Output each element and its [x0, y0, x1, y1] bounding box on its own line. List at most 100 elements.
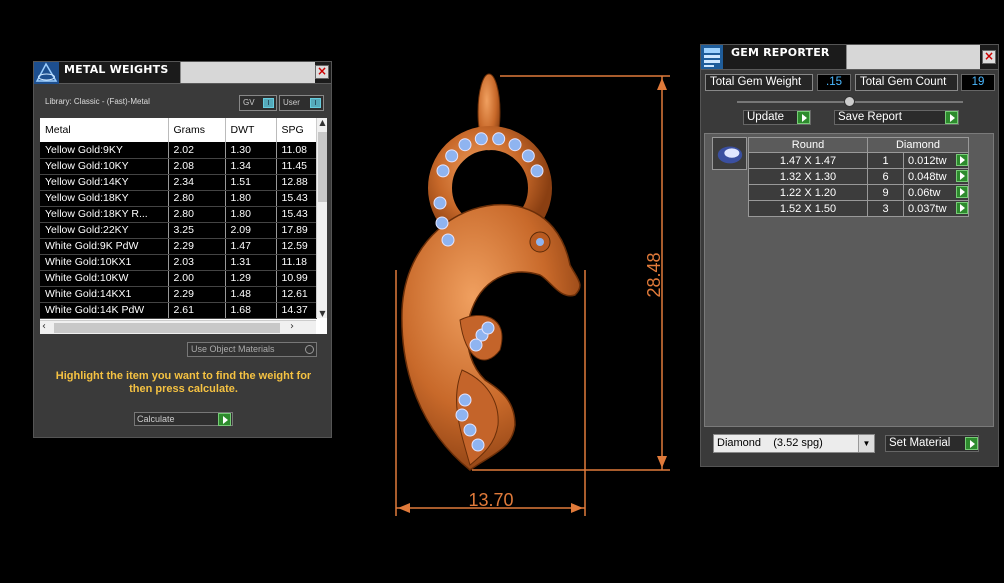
table-cell: 2.02	[168, 142, 226, 159]
scroll-thumb[interactable]	[318, 132, 327, 202]
gem-weight-cell: 0.012tw	[903, 152, 969, 169]
gem-stone	[469, 338, 483, 352]
metal-weights-panel: METAL WEIGHTS × Library: Classic - (Fast…	[33, 61, 332, 438]
table-cell: 10.99	[276, 270, 317, 287]
chevron-down-icon[interactable]: ▼	[858, 435, 874, 452]
gem-stone	[481, 321, 495, 335]
save-report-button[interactable]: Save Report	[834, 110, 959, 125]
table-row[interactable]: Yellow Gold:22KY 3.25 2.09 17.89	[40, 222, 317, 239]
total-gem-count-label: Total Gem Count	[855, 74, 958, 91]
gem-count-cell: 1	[867, 152, 904, 169]
use-object-materials-option[interactable]: Use Object Materials	[187, 342, 317, 357]
table-cell: 2.34	[168, 174, 226, 191]
table-cell: White Gold:9K PdW	[40, 238, 169, 255]
table-row[interactable]: Yellow Gold:18KY 2.80 1.80 15.43	[40, 190, 317, 207]
scroll-down-icon[interactable]: ▼	[317, 309, 327, 318]
dimension-arrow-icon	[571, 503, 583, 513]
gem-slider-knob[interactable]	[844, 96, 855, 107]
table-cell: White Gold:10KX1	[40, 254, 169, 271]
table-row[interactable]: Yellow Gold:18KY R... 2.80 1.80 15.43	[40, 206, 317, 223]
table-row[interactable]: White Gold:10KW 2.00 1.29 10.99	[40, 270, 317, 287]
gem-count-cell: 3	[867, 200, 904, 217]
horizontal-scrollbar[interactable]: ‹ ›	[40, 320, 316, 334]
gem-stone	[458, 393, 472, 407]
table-cell: 14.37	[276, 302, 317, 319]
vertical-scrollbar[interactable]: ▲ ▼	[316, 118, 327, 318]
play-arrow-icon[interactable]	[797, 111, 810, 124]
gem-stone	[471, 438, 485, 452]
table-cell: 1.51	[225, 174, 277, 191]
gem-size-cell: 1.52 X 1.50	[748, 200, 868, 217]
scroll-up-icon[interactable]: ▲	[317, 118, 327, 127]
scroll-left-icon[interactable]: ‹	[42, 321, 46, 332]
dolphin-eye-gem	[536, 238, 544, 246]
table-row[interactable]: White Gold:10KX1 2.03 1.31 11.18	[40, 254, 317, 271]
gem-size-cell: 1.22 X 1.20	[748, 184, 868, 201]
column-header-spg[interactable]: SPG	[276, 118, 317, 142]
radio-icon[interactable]	[305, 345, 314, 354]
gem-stone	[441, 233, 455, 247]
play-arrow-icon[interactable]	[218, 413, 231, 426]
round-diamond-icon[interactable]	[712, 137, 747, 170]
scroll-right-icon[interactable]: ›	[290, 321, 294, 332]
gem-stone	[445, 149, 459, 163]
metal-table-header: Metal Grams DWT SPG	[40, 118, 317, 142]
table-row[interactable]: Yellow Gold:9KY 2.02 1.30 11.08	[40, 142, 317, 159]
dimension-arrow-icon	[657, 456, 667, 468]
dimension-arrow-icon	[657, 78, 667, 90]
table-cell: 2.03	[168, 254, 226, 271]
gem-row[interactable]: 1.47 X 1.47 1 0.012tw	[748, 152, 969, 169]
material-select[interactable]: Diamond (3.52 spg) ▼	[713, 434, 875, 453]
table-cell: Yellow Gold:9KY	[40, 142, 169, 159]
table-cell: 17.89	[276, 222, 317, 239]
column-header-dwt[interactable]: DWT	[225, 118, 277, 142]
model-viewport[interactable]: 28.48 13.70	[390, 70, 680, 520]
update-button[interactable]: Update	[743, 110, 811, 125]
gem-row[interactable]: 1.22 X 1.20 9 0.06tw	[748, 184, 969, 201]
column-header-grams[interactable]: Grams	[168, 118, 226, 142]
close-icon[interactable]: ×	[982, 50, 996, 64]
set-material-button[interactable]: Set Material	[885, 435, 979, 452]
scroll-thumb[interactable]	[54, 323, 280, 333]
dimension-arrow-icon	[398, 503, 410, 513]
column-header-metal[interactable]: Metal	[40, 118, 169, 142]
total-gem-weight-value: .15	[817, 74, 851, 91]
gem-shape-header: Round	[748, 137, 868, 153]
gv-toggle[interactable]: GV I	[239, 95, 277, 111]
table-row[interactable]: White Gold:14KX1 2.29 1.48 12.61	[40, 286, 317, 303]
width-dimension-label: 13.70	[468, 490, 513, 510]
play-arrow-icon[interactable]	[956, 154, 968, 166]
table-row[interactable]: White Gold:9K PdW 2.29 1.47 12.59	[40, 238, 317, 255]
play-arrow-icon[interactable]	[965, 437, 978, 450]
table-cell: White Gold:14K PdW	[40, 302, 169, 319]
table-cell: 2.80	[168, 190, 226, 207]
table-row[interactable]: Yellow Gold:14KY 2.34 1.51 12.88	[40, 174, 317, 191]
gem-row[interactable]: 1.32 X 1.30 6 0.048tw	[748, 168, 969, 185]
total-gem-count-value: 19	[961, 74, 995, 91]
metal-weights-titlebar[interactable]: METAL WEIGHTS ×	[34, 62, 331, 84]
play-arrow-icon[interactable]	[956, 186, 968, 198]
table-cell: 3.25	[168, 222, 226, 239]
user-toggle[interactable]: User I	[279, 95, 324, 111]
play-arrow-icon[interactable]	[956, 202, 968, 214]
table-cell: 15.43	[276, 206, 317, 223]
table-row[interactable]: White Gold:14K PdW 2.61 1.68 14.37	[40, 302, 317, 319]
table-cell: 1.30	[225, 142, 277, 159]
calculate-button[interactable]: Calculate	[134, 412, 233, 426]
gem-reporter-titlebar[interactable]: GEM REPORTER ×	[701, 45, 998, 70]
gem-row[interactable]: 1.52 X 1.50 3 0.037tw	[748, 200, 969, 217]
close-icon[interactable]: ×	[315, 65, 329, 79]
play-arrow-icon[interactable]	[945, 111, 958, 124]
gem-stone	[521, 149, 535, 163]
toggle-knob-icon: I	[263, 98, 274, 108]
gem-stone	[436, 164, 450, 178]
gem-reporter-panel: GEM REPORTER × Total Gem Weight .15 Tota…	[700, 44, 999, 467]
metal-table: Metal Grams DWT SPG Yellow Gold:9KY 2.02 1…	[40, 118, 327, 334]
gem-reporter-title: GEM REPORTER	[731, 46, 830, 59]
table-cell: 1.31	[225, 254, 277, 271]
table-row[interactable]: Yellow Gold:10KY 2.08 1.34 11.45	[40, 158, 317, 175]
gem-list: Round Diamond 1.47 X 1.47 1 0.012tw 1.32 X …	[704, 133, 994, 427]
gem-stone	[458, 138, 472, 152]
play-arrow-icon[interactable]	[956, 170, 968, 182]
library-label: Library: Classic - (Fast)-Metal	[45, 97, 150, 106]
